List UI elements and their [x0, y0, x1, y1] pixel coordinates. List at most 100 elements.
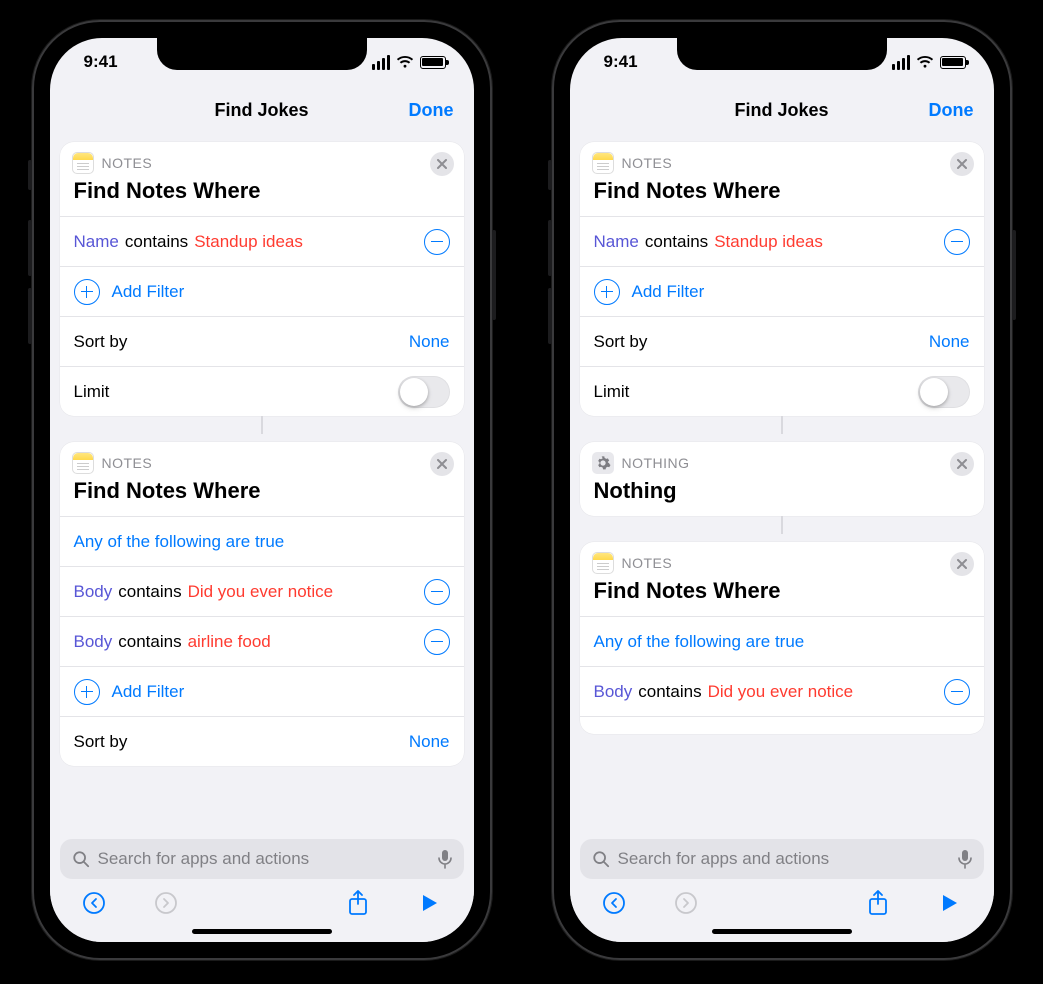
redo-button	[672, 889, 700, 917]
filter-row-partial	[580, 716, 984, 734]
add-filter-row[interactable]: Add Filter	[60, 266, 464, 316]
filter-operator: contains	[645, 232, 708, 252]
side-button	[492, 230, 496, 320]
remove-action-button[interactable]	[430, 452, 454, 476]
search-input[interactable]: Search for apps and actions	[580, 839, 984, 879]
any-true-row[interactable]: Any of the following are true	[60, 516, 464, 566]
limit-toggle[interactable]	[398, 376, 450, 408]
status-indicators	[892, 55, 966, 70]
sort-by-row[interactable]: Sort by None	[580, 316, 984, 366]
connector-line	[781, 516, 783, 534]
volume-up	[28, 220, 32, 276]
share-button[interactable]	[344, 889, 372, 917]
done-button[interactable]: Done	[929, 100, 974, 121]
action-card-find-notes-1: NOTES Find Notes Where Name contains Sta…	[580, 142, 984, 416]
sort-by-row[interactable]: Sort by None	[60, 316, 464, 366]
card-title: Find Notes Where	[60, 176, 464, 216]
sort-by-label: Sort by	[74, 732, 128, 752]
home-indicator[interactable]	[192, 929, 332, 934]
toolbar	[60, 879, 464, 927]
toolbar	[580, 879, 984, 927]
notes-app-icon	[592, 152, 614, 174]
undo-button[interactable]	[600, 889, 628, 917]
plus-icon	[594, 279, 620, 305]
sort-by-value[interactable]: None	[409, 332, 450, 352]
status-indicators	[372, 55, 446, 70]
card-app-label: NOTHING	[622, 455, 690, 471]
sort-by-value[interactable]: None	[409, 732, 450, 752]
filter-field[interactable]: Name	[74, 232, 119, 252]
plus-icon	[74, 279, 100, 305]
filter-operator: contains	[638, 682, 701, 702]
filter-row: Body contains Did you ever notice	[60, 566, 464, 616]
remove-action-button[interactable]	[950, 152, 974, 176]
action-card-nothing: NOTHING Nothing	[580, 442, 984, 516]
run-button[interactable]	[416, 889, 444, 917]
notch	[157, 38, 367, 70]
limit-label: Limit	[74, 382, 110, 402]
dictate-icon[interactable]	[958, 849, 972, 869]
add-filter-row[interactable]: Add Filter	[580, 266, 984, 316]
filter-field[interactable]: Name	[594, 232, 639, 252]
search-placeholder: Search for apps and actions	[98, 849, 310, 869]
filter-field[interactable]: Body	[594, 682, 633, 702]
remove-action-button[interactable]	[430, 152, 454, 176]
iphone-frame-left: 9:41 Find Jokes Done NOTES F	[32, 20, 492, 960]
remove-action-button[interactable]	[950, 452, 974, 476]
mute-switch	[548, 160, 552, 190]
volume-down	[28, 288, 32, 344]
filter-value[interactable]: Did you ever notice	[188, 582, 334, 602]
undo-button[interactable]	[80, 889, 108, 917]
add-filter-label: Add Filter	[112, 282, 185, 302]
card-app-label: NOTES	[102, 155, 153, 171]
remove-filter-button[interactable]	[424, 229, 450, 255]
filter-field[interactable]: Body	[74, 582, 113, 602]
filter-value[interactable]: airline food	[188, 632, 271, 652]
any-true-row[interactable]: Any of the following are true	[580, 616, 984, 666]
search-input[interactable]: Search for apps and actions	[60, 839, 464, 879]
card-app-label: NOTES	[102, 455, 153, 471]
mute-switch	[28, 160, 32, 190]
any-true-label: Any of the following are true	[594, 632, 805, 652]
page-title: Find Jokes	[214, 100, 308, 121]
filter-operator: contains	[118, 582, 181, 602]
remove-filter-button[interactable]	[944, 229, 970, 255]
workflow-content[interactable]: NOTES Find Notes Where Name contains Sta…	[50, 134, 474, 831]
filter-value[interactable]: Did you ever notice	[708, 682, 854, 702]
dictate-icon[interactable]	[438, 849, 452, 869]
volume-down	[548, 288, 552, 344]
share-button[interactable]	[864, 889, 892, 917]
filter-field[interactable]: Body	[74, 632, 113, 652]
home-indicator[interactable]	[712, 929, 852, 934]
status-time: 9:41	[604, 52, 638, 72]
filter-row: Name contains Standup ideas	[60, 216, 464, 266]
gear-icon	[592, 452, 614, 474]
limit-row: Limit	[60, 366, 464, 416]
filter-value[interactable]: Standup ideas	[714, 232, 823, 252]
sort-by-value[interactable]: None	[929, 332, 970, 352]
remove-filter-button[interactable]	[424, 629, 450, 655]
action-card-find-notes-1: NOTES Find Notes Where Name contains Sta…	[60, 142, 464, 416]
done-button[interactable]: Done	[409, 100, 454, 121]
workflow-content[interactable]: NOTES Find Notes Where Name contains Sta…	[570, 134, 994, 831]
search-placeholder: Search for apps and actions	[618, 849, 830, 869]
iphone-frame-right: 9:41 Find Jokes Done NOTES F	[552, 20, 1012, 960]
remove-filter-button[interactable]	[424, 579, 450, 605]
notes-app-icon	[72, 152, 94, 174]
filter-row: Body contains Did you ever notice	[580, 666, 984, 716]
card-app-label: NOTES	[622, 555, 673, 571]
volume-up	[548, 220, 552, 276]
search-icon	[72, 850, 90, 868]
sort-by-row[interactable]: Sort by None	[60, 716, 464, 766]
limit-toggle[interactable]	[918, 376, 970, 408]
add-filter-row[interactable]: Add Filter	[60, 666, 464, 716]
remove-action-button[interactable]	[950, 552, 974, 576]
run-button[interactable]	[936, 889, 964, 917]
filter-operator: contains	[118, 632, 181, 652]
filter-row: Name contains Standup ideas	[580, 216, 984, 266]
filter-operator: contains	[125, 232, 188, 252]
card-title: Find Notes Where	[580, 176, 984, 216]
filter-value[interactable]: Standup ideas	[194, 232, 303, 252]
remove-filter-button[interactable]	[944, 679, 970, 705]
limit-row: Limit	[580, 366, 984, 416]
